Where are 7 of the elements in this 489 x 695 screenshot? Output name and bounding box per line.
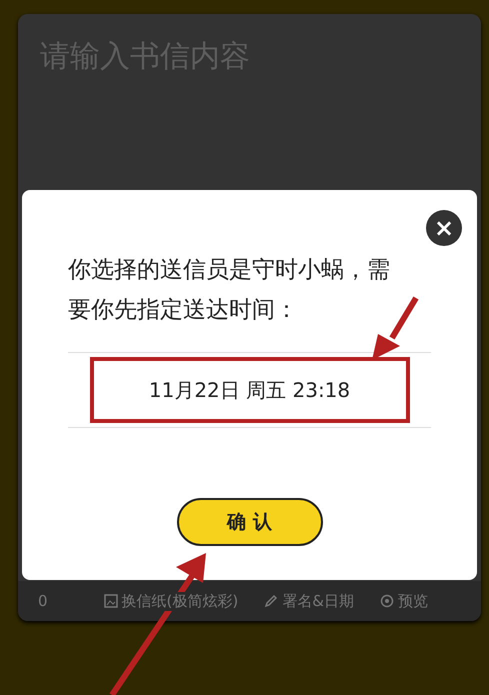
picture-frame-icon (104, 594, 118, 608)
dialog-message: 你选择的送信员是守时小蜗，需要你先指定送达时间： (68, 256, 391, 325)
pencil-icon (264, 594, 278, 608)
close-button[interactable]: × (426, 210, 462, 246)
confirm-button[interactable]: 确 认 (176, 498, 322, 546)
character-count: 0 (38, 592, 48, 610)
delivery-time[interactable]: 11月22日 周五 23:18 (148, 376, 350, 404)
